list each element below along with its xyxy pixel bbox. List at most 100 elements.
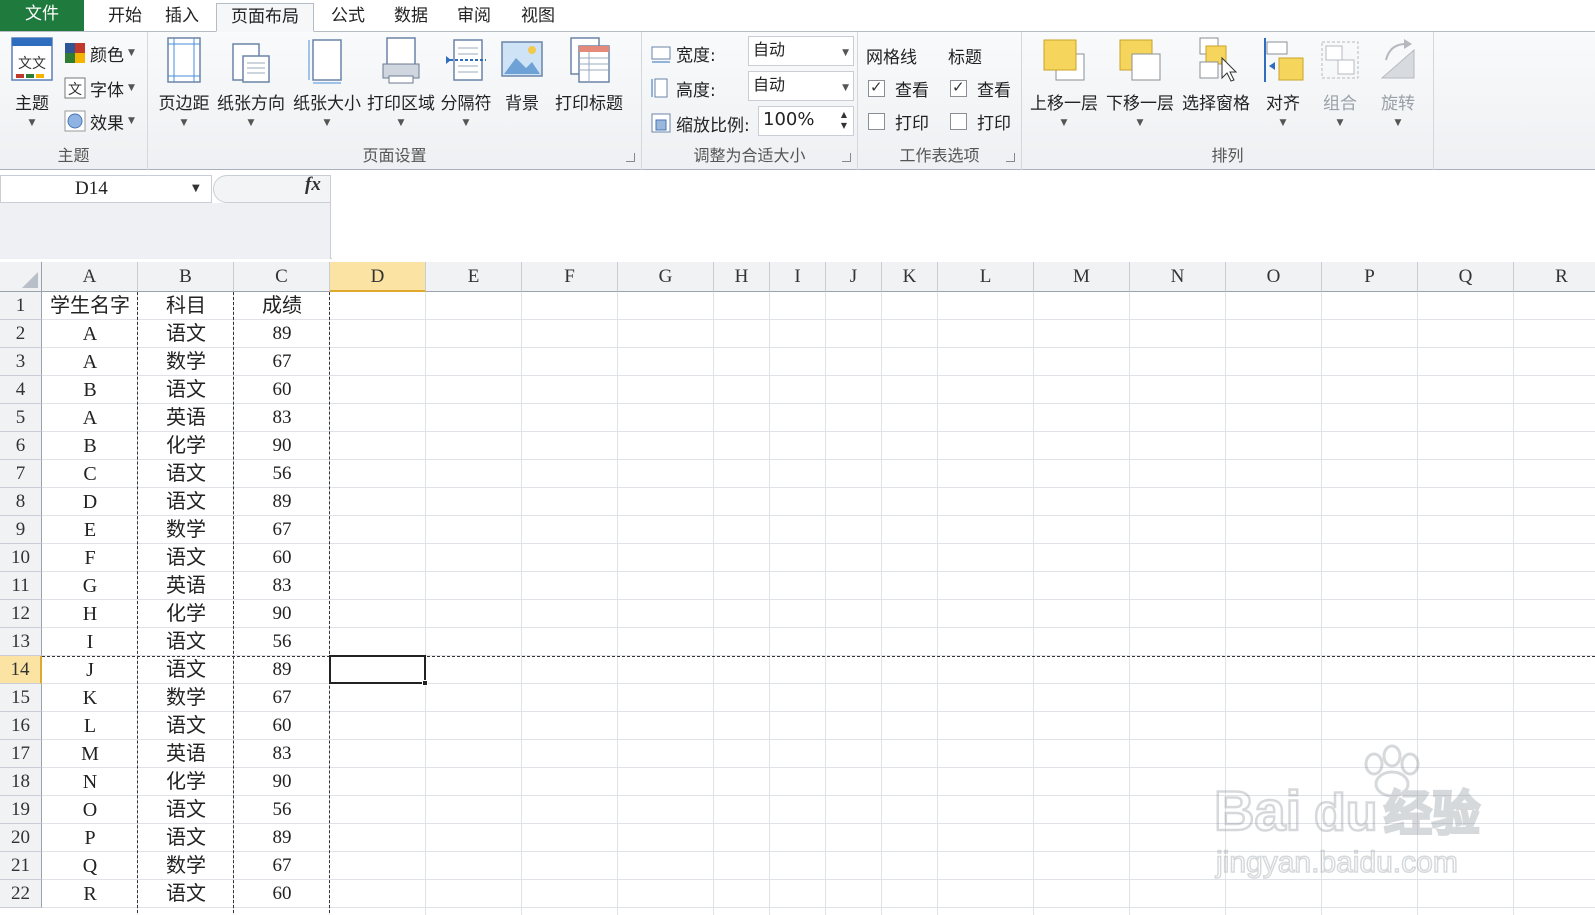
cell-b20[interactable]: 语文 <box>138 824 234 852</box>
headings-print-checkbox[interactable]: 打印 <box>950 106 1011 136</box>
row-header-7[interactable]: 7 <box>0 460 42 488</box>
cell-c19[interactable]: 56 <box>234 796 330 824</box>
column-header-l[interactable]: L <box>938 262 1034 292</box>
cell-c5[interactable]: 83 <box>234 404 330 432</box>
cell-c11[interactable]: 83 <box>234 572 330 600</box>
column-header-j[interactable]: J <box>826 262 882 292</box>
row-header-9[interactable]: 9 <box>0 516 42 544</box>
cell-b13[interactable]: 语文 <box>138 628 234 656</box>
row-header-13[interactable]: 13 <box>0 628 42 656</box>
column-header-p[interactable]: P <box>1322 262 1418 292</box>
cell-b4[interactable]: 语文 <box>138 376 234 404</box>
tab-page-layout[interactable]: 页面布局 <box>216 3 314 32</box>
cell-c17[interactable]: 83 <box>234 740 330 768</box>
cell-a21[interactable]: Q <box>42 852 138 880</box>
fonts-button[interactable]: 文 字体 ▼ <box>64 73 135 103</box>
cell-a20[interactable]: P <box>42 824 138 852</box>
column-header-c[interactable]: C <box>234 262 330 292</box>
cell-c7[interactable]: 56 <box>234 460 330 488</box>
cell-c14[interactable]: 89 <box>234 656 330 684</box>
cell-a22[interactable]: R <box>42 880 138 908</box>
tab-review[interactable]: 审阅 <box>444 3 504 32</box>
column-header-h[interactable]: H <box>714 262 770 292</box>
row-header-4[interactable]: 4 <box>0 376 42 404</box>
scale-spinner[interactable]: 100% ▲ ▼ <box>758 106 854 136</box>
column-header-r[interactable]: R <box>1514 262 1595 292</box>
cell-b17[interactable]: 英语 <box>138 740 234 768</box>
dialog-launcher-icon[interactable] <box>626 153 635 162</box>
cell-c22[interactable]: 60 <box>234 880 330 908</box>
cell-c10[interactable]: 60 <box>234 544 330 572</box>
select-all-button[interactable] <box>0 262 42 292</box>
cell-c2[interactable]: 89 <box>234 320 330 348</box>
column-header-m[interactable]: M <box>1034 262 1130 292</box>
height-select[interactable]: 自动 ▼ <box>748 71 854 101</box>
column-header-f[interactable]: F <box>522 262 618 292</box>
worksheet-grid[interactable]: ABCDEFGHIJKLMNOPQR 1 2 3 4 5 6 7 8 9 10 11 12 13 14 15… <box>0 262 1595 915</box>
cell-b12[interactable]: 化学 <box>138 600 234 628</box>
row-header-19[interactable]: 19 <box>0 796 42 824</box>
cell-c8[interactable]: 89 <box>234 488 330 516</box>
row-header-6[interactable]: 6 <box>0 432 42 460</box>
cell-b7[interactable]: 语文 <box>138 460 234 488</box>
cell-c18[interactable]: 90 <box>234 768 330 796</box>
cell-b15[interactable]: 数学 <box>138 684 234 712</box>
group-objects-button[interactable]: 组合 ▼ <box>1312 36 1368 128</box>
cell-b5[interactable]: 英语 <box>138 404 234 432</box>
selection-pane-button[interactable]: 选择窗格 <box>1178 36 1254 114</box>
cell-b14[interactable]: 语文 <box>138 656 234 684</box>
cell-c9[interactable]: 67 <box>234 516 330 544</box>
column-header-n[interactable]: N <box>1130 262 1226 292</box>
spinner-arrows-icon[interactable]: ▲ ▼ <box>838 109 850 131</box>
row-header-8[interactable]: 8 <box>0 488 42 516</box>
cell-b19[interactable]: 语文 <box>138 796 234 824</box>
cell-a8[interactable]: D <box>42 488 138 516</box>
tab-file[interactable]: 文件 <box>0 0 84 31</box>
row-header-5[interactable]: 5 <box>0 404 42 432</box>
row-header-2[interactable]: 2 <box>0 320 42 348</box>
cell-b22[interactable]: 语文 <box>138 880 234 908</box>
column-header-q[interactable]: Q <box>1418 262 1514 292</box>
cell-b21[interactable]: 数学 <box>138 852 234 880</box>
row-header-12[interactable]: 12 <box>0 600 42 628</box>
cell-b2[interactable]: 语文 <box>138 320 234 348</box>
cell-a13[interactable]: I <box>42 628 138 656</box>
cell-c3[interactable]: 67 <box>234 348 330 376</box>
tab-data[interactable]: 数据 <box>381 3 441 32</box>
cell-b16[interactable]: 语文 <box>138 712 234 740</box>
row-header-16[interactable]: 16 <box>0 712 42 740</box>
cell-c6[interactable]: 90 <box>234 432 330 460</box>
cell-a6[interactable]: B <box>42 432 138 460</box>
row-header-3[interactable]: 3 <box>0 348 42 376</box>
column-header-e[interactable]: E <box>426 262 522 292</box>
dialog-launcher-icon[interactable] <box>842 153 851 162</box>
tab-formulas[interactable]: 公式 <box>318 3 378 32</box>
column-header-k[interactable]: K <box>882 262 938 292</box>
cell-a3[interactable]: A <box>42 348 138 376</box>
cell-a16[interactable]: L <box>42 712 138 740</box>
row-header-1[interactable]: 1 <box>0 292 42 320</box>
cell-a14[interactable]: J <box>42 656 138 684</box>
row-header-22[interactable]: 22 <box>0 880 42 908</box>
send-backward-button[interactable]: 下移一层 ▼ <box>1102 36 1178 128</box>
row-header-14[interactable]: 14 <box>0 656 42 684</box>
name-box[interactable]: D14 <box>0 175 212 203</box>
breaks-button[interactable]: 分隔符 ▼ <box>436 36 496 128</box>
cell-a10[interactable]: F <box>42 544 138 572</box>
cell-c21[interactable]: 67 <box>234 852 330 880</box>
fill-handle[interactable] <box>422 680 428 686</box>
cell-a4[interactable]: B <box>42 376 138 404</box>
column-header-b[interactable]: B <box>138 262 234 292</box>
column-header-d[interactable]: D <box>330 262 426 292</box>
cell-a11[interactable]: G <box>42 572 138 600</box>
cell-a12[interactable]: H <box>42 600 138 628</box>
insert-function-icon[interactable]: fx <box>305 174 321 196</box>
effects-button[interactable]: 效果 ▼ <box>64 106 135 136</box>
tab-home[interactable]: 开始 <box>92 3 158 32</box>
cell-a9[interactable]: E <box>42 516 138 544</box>
row-header-17[interactable]: 17 <box>0 740 42 768</box>
dialog-launcher-icon[interactable] <box>1006 153 1015 162</box>
print-titles-button[interactable]: 打印标题 <box>552 36 626 114</box>
cell-b6[interactable]: 化学 <box>138 432 234 460</box>
headings-view-checkbox[interactable]: 查看 <box>950 73 1011 103</box>
